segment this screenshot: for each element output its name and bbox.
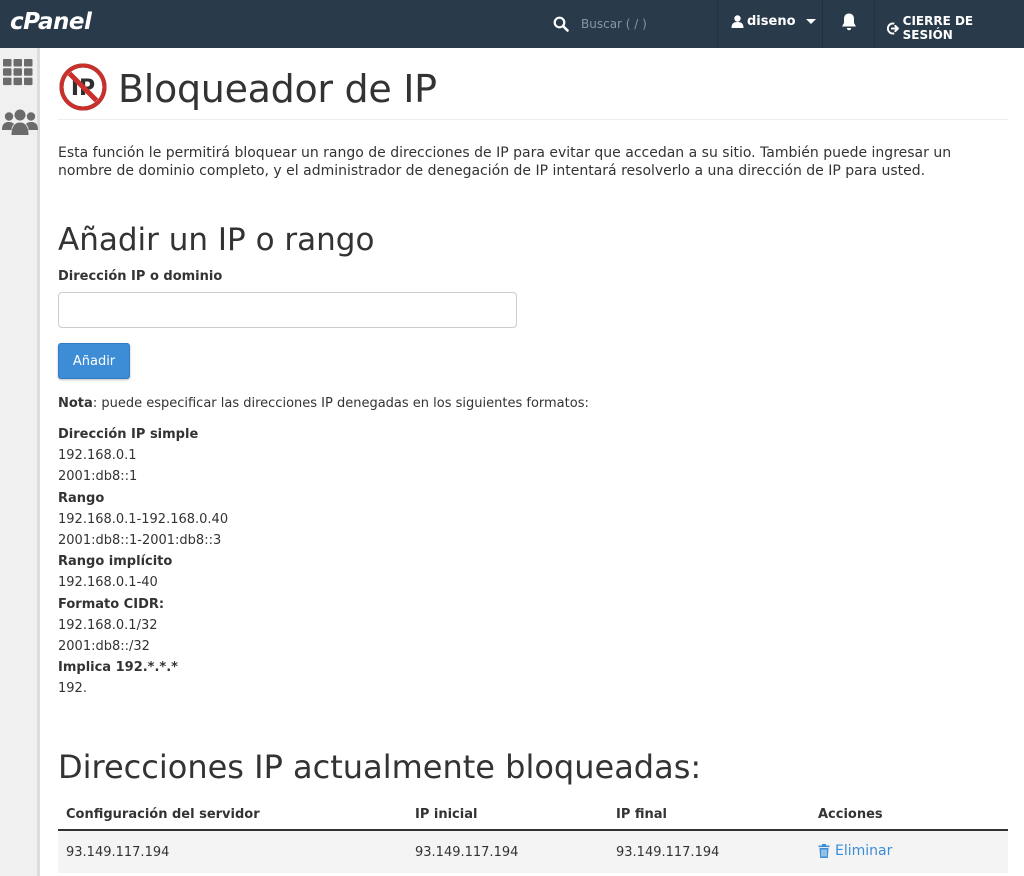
- search-icon[interactable]: [553, 16, 569, 32]
- divider: [717, 0, 718, 48]
- ip-domain-input[interactable]: [58, 292, 517, 328]
- add-section-title: Añadir un IP o rango: [58, 222, 375, 258]
- format-heading: Dirección IP simple: [58, 427, 199, 442]
- search-input[interactable]: [581, 17, 731, 31]
- blocked-section-title: Direcciones IP actualmente bloqueadas:: [58, 748, 702, 786]
- user-name: diseno: [747, 14, 796, 29]
- column-header-start-ip[interactable]: IP inicial: [407, 800, 608, 831]
- format-example: 2001:db8::/32: [58, 639, 150, 655]
- cpanel-logo[interactable]: cPanel: [10, 9, 92, 35]
- format-example: 192.168.0.1-40: [58, 575, 158, 591]
- cell-actions: Eliminar: [810, 830, 1008, 873]
- chevron-down-icon: [805, 19, 816, 24]
- page-title: Bloqueador de IP: [118, 67, 437, 111]
- note-label: Nota: [58, 396, 93, 411]
- user-menu[interactable]: diseno: [731, 14, 816, 29]
- ip-blocker-icon: IP: [59, 63, 107, 111]
- add-button[interactable]: Añadir: [58, 343, 130, 379]
- cell-start-ip: 93.149.117.194: [407, 830, 608, 873]
- bell-icon[interactable]: [840, 12, 858, 32]
- page-header: IP Bloqueador de IP: [58, 62, 1008, 120]
- delete-link[interactable]: Eliminar: [818, 843, 892, 859]
- format-heading: Implica 192.*.*.*: [58, 660, 178, 676]
- table-header-row: Configuración del servidor IP inicial IP…: [58, 800, 1008, 831]
- delete-label: Eliminar: [835, 842, 893, 859]
- logout-button[interactable]: CIERRE DE SESIÓN: [887, 14, 1024, 42]
- trash-icon: [818, 843, 830, 858]
- format-example: 2001:db8::1: [58, 469, 138, 485]
- format-heading: Formato CIDR:: [58, 596, 165, 612]
- format-heading: Rango: [58, 490, 105, 506]
- cell-end-ip: 93.149.117.194: [608, 830, 810, 873]
- column-header-end-ip[interactable]: IP final: [608, 800, 810, 831]
- format-example: 192.168.0.1-192.168.0.40: [58, 511, 229, 527]
- logout-icon: [887, 21, 899, 35]
- format-example: 2001:db8::1-2001:db8::3: [58, 533, 222, 549]
- format-heading: Rango implícito: [58, 554, 173, 570]
- table-row: 93.149.117.194 93.149.117.194 93.149.117…: [58, 830, 1008, 873]
- format-example: 192.: [58, 681, 87, 697]
- logout-label: CIERRE DE SESIÓN: [902, 14, 974, 42]
- format-note: Nota: puede especificar las direcciones …: [58, 396, 589, 411]
- search-box[interactable]: [553, 12, 731, 36]
- format-example: 192.168.0.1: [58, 448, 137, 464]
- top-bar: cPanel diseno CIERRE DE SESIÓN: [0, 0, 1024, 48]
- grid-icon[interactable]: [2, 58, 34, 86]
- note-text: : puede especificar las direcciones IP d…: [92, 396, 589, 411]
- divider: [822, 0, 823, 48]
- blocked-ips-table: Configuración del servidor IP inicial IP…: [58, 800, 1008, 873]
- divider: [874, 0, 875, 48]
- format-example: 192.168.0.1/32: [58, 617, 158, 633]
- sidebar: [0, 48, 40, 876]
- page-description: Esta función le permitirá bloquear un ra…: [58, 145, 952, 179]
- format-list: Dirección IP simple 192.168.0.1 2001:db8…: [58, 424, 228, 700]
- cell-server: 93.149.117.194: [58, 830, 407, 873]
- ip-field-label: Dirección IP o dominio: [58, 269, 223, 284]
- user-icon: [731, 15, 744, 28]
- column-header-actions: Acciones: [810, 800, 1008, 831]
- users-icon[interactable]: [2, 108, 38, 138]
- column-header-server[interactable]: Configuración del servidor: [58, 800, 407, 831]
